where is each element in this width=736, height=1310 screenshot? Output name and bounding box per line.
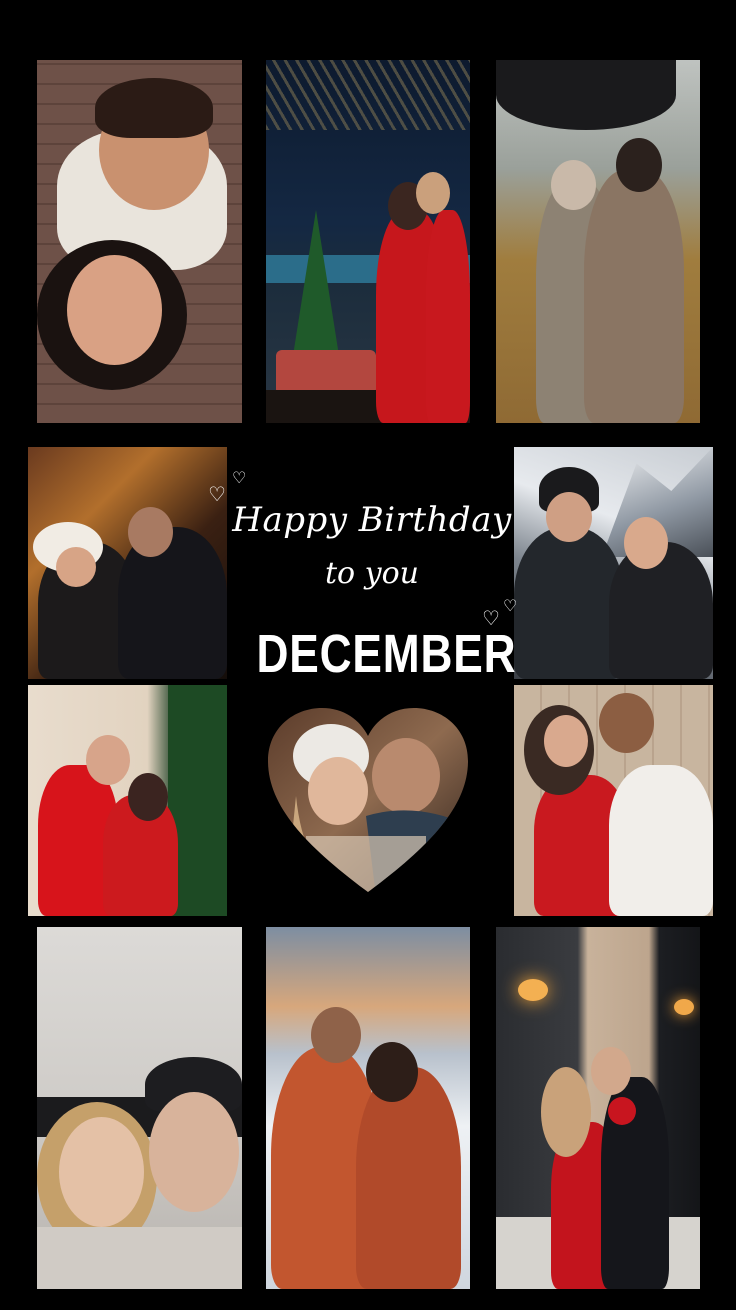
month-title: DECEMBER [256,624,517,684]
photo-snowy-mountain-couple [514,447,713,679]
photo-red-outfit-christmas-tree-couple [28,685,227,916]
heart-outline-icon: ♡ [503,596,518,615]
heart-outline-icon: ♡ [208,482,226,506]
photo-umbrella-couple-autumn [496,60,700,423]
photo-red-dress-hug-couple [514,685,713,916]
greeting-line-2: to you [325,556,419,591]
heart-outline-icon: ♡ [232,468,247,487]
photo-christmas-tree-couple-night [266,60,470,423]
photo-red-dress-flowers-couple [496,927,700,1289]
photo-selfie-couple-street [37,60,242,423]
photo-lying-selfie-couple [37,927,242,1289]
greeting-line-1: Happy Birthday [232,500,512,540]
heart-photo-couple [268,708,468,892]
photo-christmas-market-couple [28,447,227,679]
photo-blanket-snow-sunset-couple [266,927,470,1289]
